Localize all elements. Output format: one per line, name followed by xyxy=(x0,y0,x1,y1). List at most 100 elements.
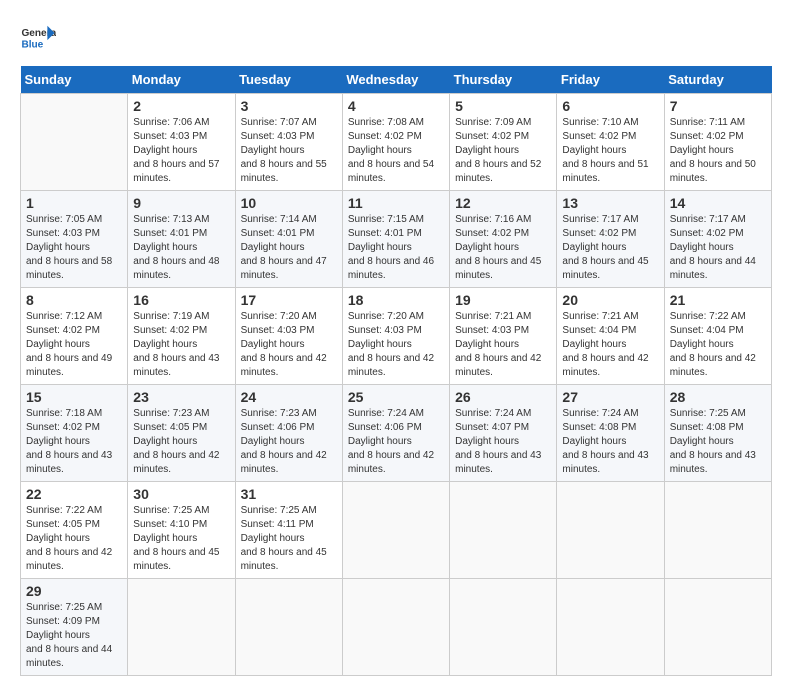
day-info: Sunrise: 7:21 AM Sunset: 4:03 PM Dayligh… xyxy=(455,310,551,380)
day-info: Sunrise: 7:13 AM Sunset: 4:01 PM Dayligh… xyxy=(133,213,229,283)
calendar-cell: 25 Sunrise: 7:24 AM Sunset: 4:06 PM Dayl… xyxy=(342,385,449,482)
day-info: Sunrise: 7:25 AM Sunset: 4:08 PM Dayligh… xyxy=(670,407,766,477)
day-number: 19 xyxy=(455,292,551,308)
day-number: 28 xyxy=(670,389,766,405)
calendar-cell: 4 Sunrise: 7:08 AM Sunset: 4:02 PM Dayli… xyxy=(342,94,449,191)
calendar-cell: 24 Sunrise: 7:23 AM Sunset: 4:06 PM Dayl… xyxy=(235,385,342,482)
day-info: Sunrise: 7:17 AM Sunset: 4:02 PM Dayligh… xyxy=(562,213,658,283)
day-number: 7 xyxy=(670,98,766,114)
calendar-week-row: 1 Sunrise: 7:05 AM Sunset: 4:03 PM Dayli… xyxy=(21,191,772,288)
day-of-week-header: Monday xyxy=(128,66,235,94)
day-number: 18 xyxy=(348,292,444,308)
day-info: Sunrise: 7:21 AM Sunset: 4:04 PM Dayligh… xyxy=(562,310,658,380)
calendar-cell: 11 Sunrise: 7:15 AM Sunset: 4:01 PM Dayl… xyxy=(342,191,449,288)
calendar-cell: 6 Sunrise: 7:10 AM Sunset: 4:02 PM Dayli… xyxy=(557,94,664,191)
day-info: Sunrise: 7:15 AM Sunset: 4:01 PM Dayligh… xyxy=(348,213,444,283)
calendar-cell: 12 Sunrise: 7:16 AM Sunset: 4:02 PM Dayl… xyxy=(450,191,557,288)
calendar-week-row: 22 Sunrise: 7:22 AM Sunset: 4:05 PM Dayl… xyxy=(21,482,772,579)
day-info: Sunrise: 7:23 AM Sunset: 4:06 PM Dayligh… xyxy=(241,407,337,477)
day-info: Sunrise: 7:24 AM Sunset: 4:07 PM Dayligh… xyxy=(455,407,551,477)
calendar-cell: 8 Sunrise: 7:12 AM Sunset: 4:02 PM Dayli… xyxy=(21,288,128,385)
day-of-week-header: Thursday xyxy=(450,66,557,94)
calendar-cell: 27 Sunrise: 7:24 AM Sunset: 4:08 PM Dayl… xyxy=(557,385,664,482)
day-number: 31 xyxy=(241,486,337,502)
day-info: Sunrise: 7:05 AM Sunset: 4:03 PM Dayligh… xyxy=(26,213,122,283)
day-number: 17 xyxy=(241,292,337,308)
calendar-cell: 30 Sunrise: 7:25 AM Sunset: 4:10 PM Dayl… xyxy=(128,482,235,579)
day-info: Sunrise: 7:12 AM Sunset: 4:02 PM Dayligh… xyxy=(26,310,122,380)
day-info: Sunrise: 7:19 AM Sunset: 4:02 PM Dayligh… xyxy=(133,310,229,380)
day-of-week-header: Tuesday xyxy=(235,66,342,94)
day-info: Sunrise: 7:17 AM Sunset: 4:02 PM Dayligh… xyxy=(670,213,766,283)
day-of-week-header: Saturday xyxy=(664,66,771,94)
calendar-cell: 19 Sunrise: 7:21 AM Sunset: 4:03 PM Dayl… xyxy=(450,288,557,385)
calendar-cell: 29 Sunrise: 7:25 AM Sunset: 4:09 PM Dayl… xyxy=(21,579,128,676)
days-header-row: SundayMondayTuesdayWednesdayThursdayFrid… xyxy=(21,66,772,94)
calendar-body: 2 Sunrise: 7:06 AM Sunset: 4:03 PM Dayli… xyxy=(21,94,772,676)
day-number: 22 xyxy=(26,486,122,502)
calendar-cell xyxy=(664,482,771,579)
calendar-cell: 5 Sunrise: 7:09 AM Sunset: 4:02 PM Dayli… xyxy=(450,94,557,191)
day-number: 29 xyxy=(26,583,122,599)
day-number: 26 xyxy=(455,389,551,405)
calendar-cell: 16 Sunrise: 7:19 AM Sunset: 4:02 PM Dayl… xyxy=(128,288,235,385)
day-info: Sunrise: 7:08 AM Sunset: 4:02 PM Dayligh… xyxy=(348,116,444,186)
day-of-week-header: Wednesday xyxy=(342,66,449,94)
calendar-table: SundayMondayTuesdayWednesdayThursdayFrid… xyxy=(20,66,772,676)
page-header: General Blue xyxy=(20,20,772,56)
day-number: 14 xyxy=(670,195,766,211)
day-info: Sunrise: 7:18 AM Sunset: 4:02 PM Dayligh… xyxy=(26,407,122,477)
calendar-cell xyxy=(450,482,557,579)
calendar-week-row: 15 Sunrise: 7:18 AM Sunset: 4:02 PM Dayl… xyxy=(21,385,772,482)
day-number: 13 xyxy=(562,195,658,211)
day-number: 27 xyxy=(562,389,658,405)
calendar-cell xyxy=(557,482,664,579)
day-info: Sunrise: 7:20 AM Sunset: 4:03 PM Dayligh… xyxy=(348,310,444,380)
day-info: Sunrise: 7:22 AM Sunset: 4:05 PM Dayligh… xyxy=(26,504,122,574)
calendar-cell: 28 Sunrise: 7:25 AM Sunset: 4:08 PM Dayl… xyxy=(664,385,771,482)
calendar-week-row: 29 Sunrise: 7:25 AM Sunset: 4:09 PM Dayl… xyxy=(21,579,772,676)
calendar-cell: 10 Sunrise: 7:14 AM Sunset: 4:01 PM Dayl… xyxy=(235,191,342,288)
calendar-cell: 13 Sunrise: 7:17 AM Sunset: 4:02 PM Dayl… xyxy=(557,191,664,288)
day-number: 3 xyxy=(241,98,337,114)
svg-text:Blue: Blue xyxy=(21,39,43,50)
calendar-cell: 3 Sunrise: 7:07 AM Sunset: 4:03 PM Dayli… xyxy=(235,94,342,191)
calendar-cell: 20 Sunrise: 7:21 AM Sunset: 4:04 PM Dayl… xyxy=(557,288,664,385)
day-number: 11 xyxy=(348,195,444,211)
calendar-cell xyxy=(450,579,557,676)
calendar-cell xyxy=(664,579,771,676)
day-info: Sunrise: 7:24 AM Sunset: 4:08 PM Dayligh… xyxy=(562,407,658,477)
calendar-cell: 21 Sunrise: 7:22 AM Sunset: 4:04 PM Dayl… xyxy=(664,288,771,385)
day-number: 8 xyxy=(26,292,122,308)
calendar-cell: 14 Sunrise: 7:17 AM Sunset: 4:02 PM Dayl… xyxy=(664,191,771,288)
day-number: 4 xyxy=(348,98,444,114)
day-number: 5 xyxy=(455,98,551,114)
day-number: 6 xyxy=(562,98,658,114)
day-info: Sunrise: 7:20 AM Sunset: 4:03 PM Dayligh… xyxy=(241,310,337,380)
day-number: 23 xyxy=(133,389,229,405)
logo: General Blue xyxy=(20,20,56,56)
calendar-cell: 31 Sunrise: 7:25 AM Sunset: 4:11 PM Dayl… xyxy=(235,482,342,579)
day-info: Sunrise: 7:23 AM Sunset: 4:05 PM Dayligh… xyxy=(133,407,229,477)
calendar-cell: 15 Sunrise: 7:18 AM Sunset: 4:02 PM Dayl… xyxy=(21,385,128,482)
calendar-cell: 2 Sunrise: 7:06 AM Sunset: 4:03 PM Dayli… xyxy=(128,94,235,191)
calendar-week-row: 2 Sunrise: 7:06 AM Sunset: 4:03 PM Dayli… xyxy=(21,94,772,191)
day-number: 21 xyxy=(670,292,766,308)
day-of-week-header: Friday xyxy=(557,66,664,94)
calendar-cell xyxy=(128,579,235,676)
calendar-cell xyxy=(235,579,342,676)
calendar-week-row: 8 Sunrise: 7:12 AM Sunset: 4:02 PM Dayli… xyxy=(21,288,772,385)
calendar-cell: 1 Sunrise: 7:05 AM Sunset: 4:03 PM Dayli… xyxy=(21,191,128,288)
day-of-week-header: Sunday xyxy=(21,66,128,94)
day-info: Sunrise: 7:25 AM Sunset: 4:11 PM Dayligh… xyxy=(241,504,337,574)
calendar-cell xyxy=(342,579,449,676)
day-info: Sunrise: 7:22 AM Sunset: 4:04 PM Dayligh… xyxy=(670,310,766,380)
day-number: 1 xyxy=(26,195,122,211)
calendar-cell: 17 Sunrise: 7:20 AM Sunset: 4:03 PM Dayl… xyxy=(235,288,342,385)
day-info: Sunrise: 7:10 AM Sunset: 4:02 PM Dayligh… xyxy=(562,116,658,186)
day-info: Sunrise: 7:14 AM Sunset: 4:01 PM Dayligh… xyxy=(241,213,337,283)
day-info: Sunrise: 7:25 AM Sunset: 4:10 PM Dayligh… xyxy=(133,504,229,574)
day-info: Sunrise: 7:24 AM Sunset: 4:06 PM Dayligh… xyxy=(348,407,444,477)
day-info: Sunrise: 7:11 AM Sunset: 4:02 PM Dayligh… xyxy=(670,116,766,186)
day-number: 9 xyxy=(133,195,229,211)
